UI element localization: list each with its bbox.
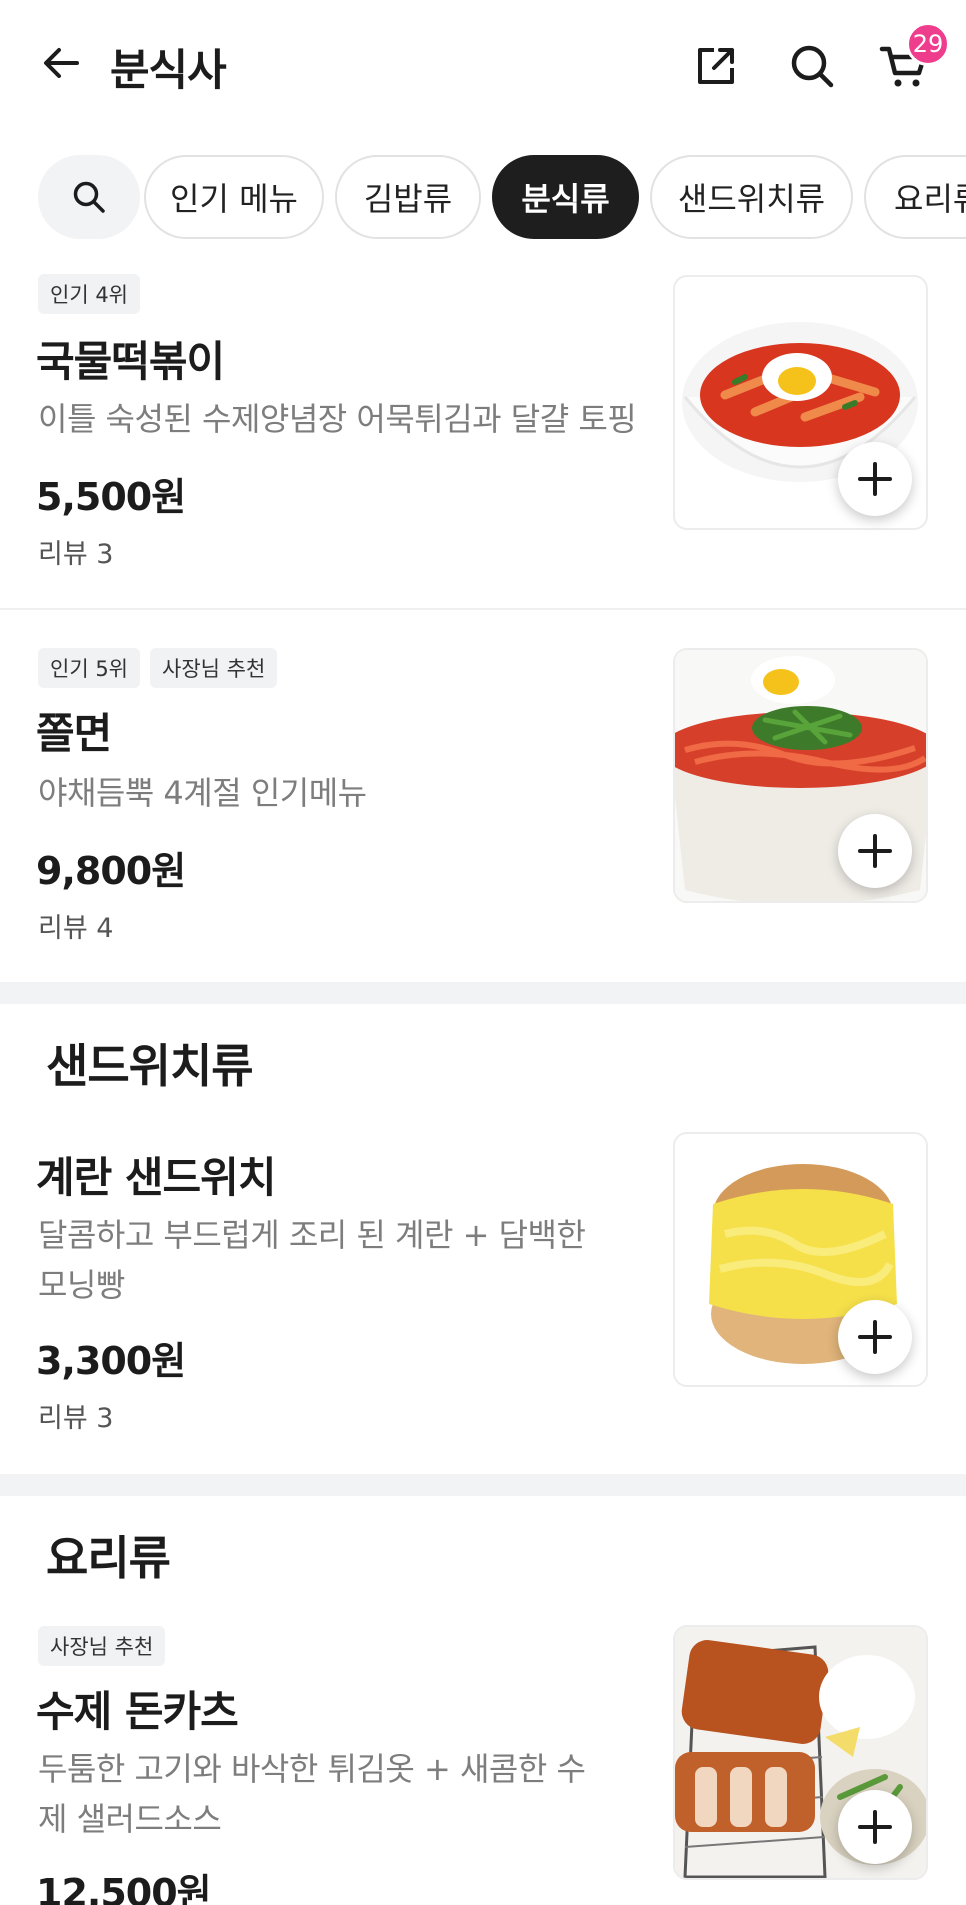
cart-count-badge: 29 [906, 22, 950, 66]
plus-icon [858, 1320, 892, 1354]
owner-pick-badge: 사장님 추천 [38, 1626, 166, 1666]
item-description: 이틀 숙성된 수제양념장 어묵튀김과 달걀 토핑 [38, 400, 637, 438]
search-button[interactable] [784, 38, 840, 94]
item-name: 국물떡볶이 [36, 337, 225, 386]
category-tabs: 인기 메뉴 김밥류 분식류 샌드위치류 요리류 [0, 152, 966, 242]
section-divider [0, 982, 966, 1004]
back-button[interactable] [36, 38, 86, 88]
share-button[interactable] [688, 38, 744, 94]
item-price: 5,500원 [36, 475, 186, 519]
menu-search-button[interactable] [38, 155, 140, 239]
item-name: 계란 샌드위치 [36, 1153, 276, 1202]
item-name: 쫄면 [36, 709, 112, 758]
share-icon [698, 48, 734, 84]
arrow-left-icon [44, 48, 79, 78]
item-price: 3,300원 [36, 1339, 186, 1383]
section-divider [0, 1474, 966, 1496]
menu-item[interactable]: 인기 5위 사장님 추천 쫄면 야채듬뿍 4계절 인기메뉴 9,800원 리뷰 … [0, 644, 966, 974]
owner-pick-badge: 사장님 추천 [150, 648, 278, 688]
rank-badge: 인기 4위 [38, 274, 140, 314]
add-to-cart-button[interactable] [838, 1300, 912, 1374]
plus-icon [858, 834, 892, 868]
item-description: 야채듬뿍 4계절 인기메뉴 [38, 774, 367, 812]
tab-kimbap[interactable]: 김밥류 [335, 155, 481, 239]
plus-icon [858, 462, 892, 496]
item-divider [0, 608, 966, 610]
item-description: 달콤하고 부드럽게 조리 된 계란 + 담백한 모닝빵 [38, 1216, 586, 1304]
item-review-count[interactable]: 리뷰 3 [38, 532, 113, 571]
tab-sandwich[interactable]: 샌드위치류 [650, 155, 853, 239]
app-header: 분식사 29 [0, 0, 966, 130]
item-name: 수제 돈카츠 [36, 1687, 239, 1736]
menu-item[interactable]: 계란 샌드위치 달콤하고 부드럽게 조리 된 계란 + 담백한 모닝빵 3,30… [0, 1132, 966, 1435]
search-icon [73, 181, 105, 213]
page-title: 분식사 [110, 46, 227, 96]
tab-popular[interactable]: 인기 메뉴 [144, 155, 324, 239]
plus-icon [858, 1810, 892, 1844]
search-icon [791, 45, 834, 88]
menu-item[interactable]: 사장님 추천 수제 돈카츠 두툼한 고기와 바삭한 튀김옷 + 새콤한 수제 샐… [0, 1622, 966, 1905]
add-to-cart-button[interactable] [838, 442, 912, 516]
menu-item[interactable]: 인기 4위 국물떡볶이 이틀 숙성된 수제양념장 어묵튀김과 달걀 토핑 5,5… [0, 270, 966, 610]
add-to-cart-button[interactable] [838, 814, 912, 888]
item-price: 12,500원 [36, 1871, 212, 1905]
item-review-count[interactable]: 리뷰 4 [38, 906, 113, 945]
rank-badge: 인기 5위 [38, 648, 140, 688]
add-to-cart-button[interactable] [838, 1790, 912, 1864]
section-title: 샌드위치류 [46, 1039, 254, 1093]
item-review-count[interactable]: 리뷰 3 [38, 1396, 113, 1435]
tab-dishes[interactable]: 요리류 [864, 155, 966, 239]
section-title: 요리류 [46, 1531, 171, 1585]
tab-snacks[interactable]: 분식류 [492, 155, 639, 239]
item-price: 9,800원 [36, 849, 186, 893]
item-description: 두툼한 고기와 바삭한 튀김옷 + 새콤한 수제 샐러드소스 [38, 1750, 586, 1838]
